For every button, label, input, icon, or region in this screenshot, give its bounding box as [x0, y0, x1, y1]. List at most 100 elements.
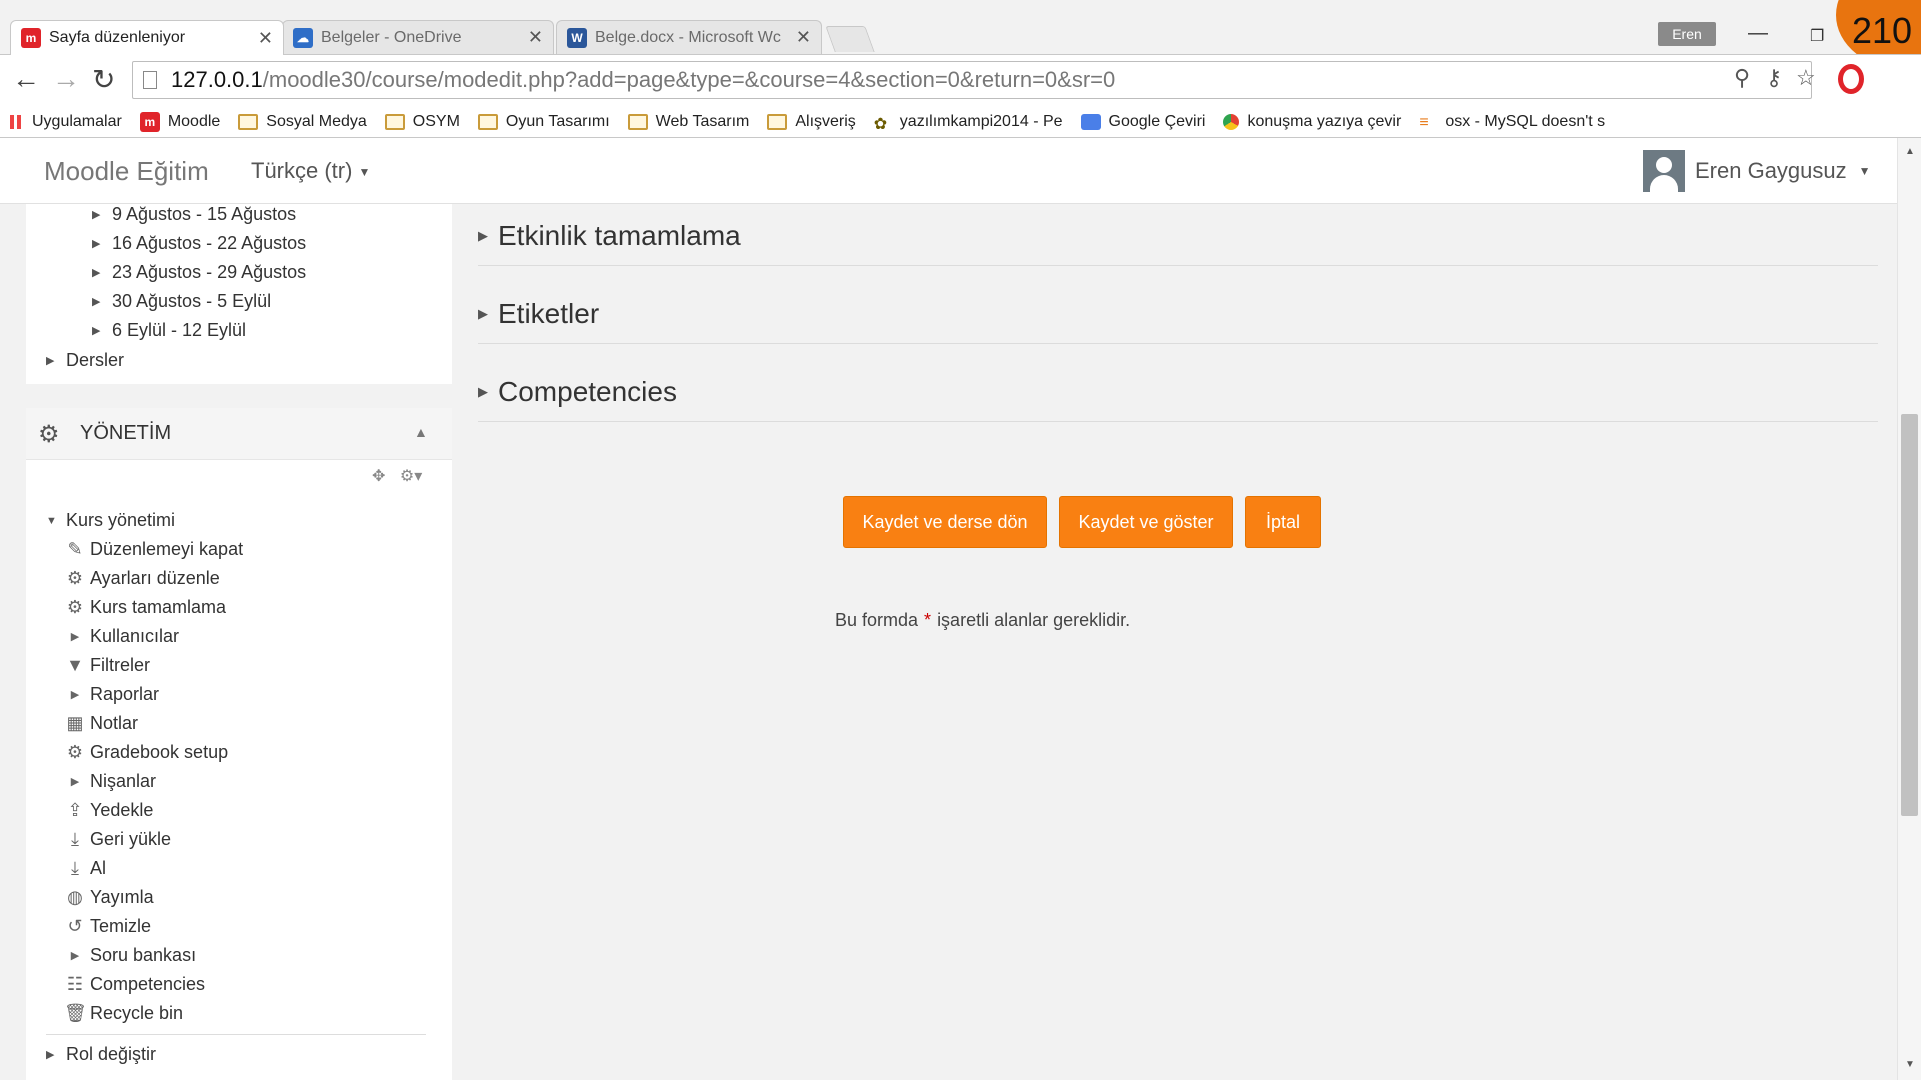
bookmark-google-ceviri[interactable]: Google Çeviri [1080, 113, 1205, 131]
triangle-right-icon: ▶ [92, 296, 101, 308]
new-tab-button[interactable] [825, 26, 875, 52]
triangle-right-icon: ▶ [46, 1049, 55, 1061]
tree-item-week[interactable]: ▶ 16 Ağustos - 22 Ağustos [92, 233, 306, 254]
folder-icon [477, 113, 498, 130]
admin-item-competencies[interactable]: ☷ Competencies [64, 974, 205, 995]
back-icon[interactable]: ← [12, 63, 40, 95]
tree-item-week[interactable]: ▶ 6 Eylül - 12 Eylül [92, 320, 246, 341]
bookmark-mysql[interactable]: ≡ osx - MySQL doesn't s [1419, 113, 1605, 131]
tree-item-kurs-yonetimi[interactable]: ▼ Kurs yönetimi [46, 510, 175, 531]
scroll-down-icon[interactable]: ▼ [1905, 1059, 1915, 1070]
admin-item-ayarlari-duzenle[interactable]: ⚙ Ayarları düzenle [64, 568, 220, 589]
tree-item-rol-degistir[interactable]: ▶ Rol değiştir [46, 1044, 156, 1065]
bookmark-oyun-tasarimi[interactable]: Oyun Tasarımı [477, 113, 610, 131]
page-scrollbar[interactable]: ▲ ▼ [1897, 138, 1921, 1080]
tab-sayfa-duzenleniyor[interactable]: m Sayfa düzenleniyor ✕ [10, 20, 284, 55]
cancel-button[interactable]: İptal [1245, 496, 1321, 548]
bookmark-star-icon[interactable]: ☆ [1796, 65, 1816, 91]
restore-icon[interactable]: ❐ [1810, 26, 1824, 46]
bookmark-label: konuşma yazıya çevir [1247, 112, 1402, 130]
move-icon[interactable]: ✥ [372, 468, 385, 485]
minimize-icon[interactable]: — [1748, 22, 1768, 45]
collapse-icon[interactable]: ▲ [414, 424, 428, 440]
admin-item-label: Nişanlar [90, 771, 157, 791]
tab-word[interactable]: W Belge.docx - Microsoft Wc ✕ [556, 20, 822, 54]
trash-icon: 🗑 [64, 1003, 87, 1023]
bookmark-yazilimkampi[interactable]: ✿ yazılımkampi2014 - Pe [873, 112, 1063, 133]
admin-item-yedekle[interactable]: ⇪ Yedekle [64, 800, 153, 821]
triangle-right-icon: ▶ [70, 689, 80, 701]
section-etkinlik-tamamlama[interactable]: ▶ Etkinlik tamamlama [478, 206, 1878, 266]
admin-item-nisanlar[interactable]: ▶ Nişanlar [64, 771, 156, 792]
admin-item-label: Recycle bin [90, 1003, 184, 1023]
key-icon[interactable]: ⚷ [1766, 65, 1782, 91]
admin-item-filtreler[interactable]: ▼ Filtreler [64, 655, 150, 676]
section-label: Etkinlik tamamlama [498, 219, 741, 251]
scrollbar-thumb[interactable] [1901, 414, 1918, 816]
required-star: * [924, 610, 932, 630]
admin-item-raporlar[interactable]: ▶ Raporlar [64, 684, 159, 705]
bookmark-label: yazılımkampi2014 - Pe [899, 112, 1063, 130]
profile-button[interactable]: Eren [1658, 22, 1716, 46]
site-brand-link[interactable]: Moodle Eğitim [44, 156, 209, 187]
section-competencies[interactable]: ▶ Competencies [478, 362, 1878, 422]
close-icon[interactable]: ✕ [796, 27, 811, 48]
triangle-right-icon: ▶ [70, 776, 80, 788]
admin-item-kullanicilar[interactable]: ▶ Kullanıcılar [64, 626, 179, 647]
section-etiketler[interactable]: ▶ Etiketler [478, 284, 1878, 344]
bookmark-alisveris[interactable]: Alışveriş [767, 113, 856, 131]
zoom-icon[interactable]: ⚲ [1734, 65, 1750, 91]
bookmark-moodle[interactable]: m Moodle [139, 111, 220, 132]
bookmark-label: Uygulamalar [32, 112, 122, 130]
triangle-right-icon: ▶ [92, 238, 101, 250]
tree-item-week[interactable]: ▶ 30 Ağustos - 5 Eylül [92, 291, 271, 312]
section-label: Competencies [498, 375, 677, 407]
admin-item-temizle[interactable]: ↺ Temizle [64, 916, 151, 937]
admin-item-geri-yukle[interactable]: ⤓ Geri yükle [64, 829, 171, 850]
moodle-navbar: Moodle Eğitim Türkçe (tr) ▼ Eren Gaygusuz… [0, 138, 1897, 204]
admin-item-notlar[interactable]: ▦ Notlar [64, 713, 138, 734]
admin-item-label: Temizle [90, 916, 152, 936]
triangle-right-icon: ▶ [92, 325, 101, 337]
close-icon[interactable]: ✕ [528, 27, 543, 48]
admin-item-soru-bankasi[interactable]: ▶ Soru bankası [64, 945, 196, 966]
triangle-right-icon: ▶ [478, 305, 488, 321]
folder-icon [767, 113, 788, 130]
address-bar[interactable]: 127.0.0.1/moodle30/course/modedit.php?ad… [132, 61, 1812, 99]
reload-icon[interactable]: ↻ [92, 63, 115, 96]
language-menu[interactable]: Türkçe (tr) ▼ [251, 158, 370, 184]
bookmark-osym[interactable]: OSYM [384, 113, 460, 131]
extension-icon[interactable] [1838, 64, 1864, 94]
scroll-up-icon[interactable]: ▲ [1905, 146, 1915, 157]
save-and-display-button[interactable]: Kaydet ve göster [1059, 496, 1233, 548]
download-icon: ⤓ [71, 858, 79, 878]
tree-item-week[interactable]: ▶ 9 Ağustos - 15 Ağustos [92, 204, 296, 225]
admin-item-duzenlemeyi-kapat[interactable]: ✎ Düzenlemeyi kapat [64, 539, 243, 560]
gear-menu-icon[interactable]: ⚙▾ [400, 468, 422, 485]
bee-icon: ✿ [873, 115, 888, 133]
close-icon[interactable]: ✕ [258, 28, 273, 49]
bookmark-sosyal-medya[interactable]: Sosyal Medya [238, 113, 367, 131]
admin-item-yayimla[interactable]: ◍ Yayımla [64, 887, 154, 908]
tree-item-dersler[interactable]: ▶ Dersler [46, 350, 124, 371]
forward-icon[interactable]: → [52, 63, 80, 95]
bookmark-web-tasarim[interactable]: Web Tasarım [627, 113, 749, 131]
tab-onedrive[interactable]: ☁ Belgeler - OneDrive ✕ [282, 20, 554, 54]
admin-item-kurs-tamamlama[interactable]: ⚙ Kurs tamamlama [64, 597, 226, 618]
week-label: 9 Ağustos - 15 Ağustos [112, 204, 297, 224]
bookmark-uygulamalar[interactable]: Uygulamalar [10, 113, 122, 131]
triangle-right-icon: ▶ [92, 209, 101, 221]
week-label: 6 Eylül - 12 Eylül [112, 320, 247, 340]
save-and-return-button[interactable]: Kaydet ve derse dön [843, 496, 1047, 548]
tree-item-week[interactable]: ▶ 23 Ağustos - 29 Ağustos [92, 262, 306, 283]
step-counter: 210 [1852, 10, 1913, 51]
word-icon: W [567, 27, 587, 48]
bookmark-konusma[interactable]: konuşma yazıya çevir [1223, 113, 1401, 131]
admin-item-recycle-bin[interactable]: 🗑 Recycle bin [64, 1003, 183, 1024]
triangle-down-icon: ▼ [46, 514, 57, 527]
user-menu[interactable]: Eren Gaygusuz ▼ [1643, 150, 1871, 192]
admin-item-gradebook-setup[interactable]: ⚙ Gradebook setup [64, 742, 228, 763]
admin-item-al[interactable]: ⤓ Al [64, 858, 106, 879]
course-admin-label: Kurs yönetimi [66, 510, 176, 530]
triangle-right-icon: ▶ [478, 383, 488, 399]
